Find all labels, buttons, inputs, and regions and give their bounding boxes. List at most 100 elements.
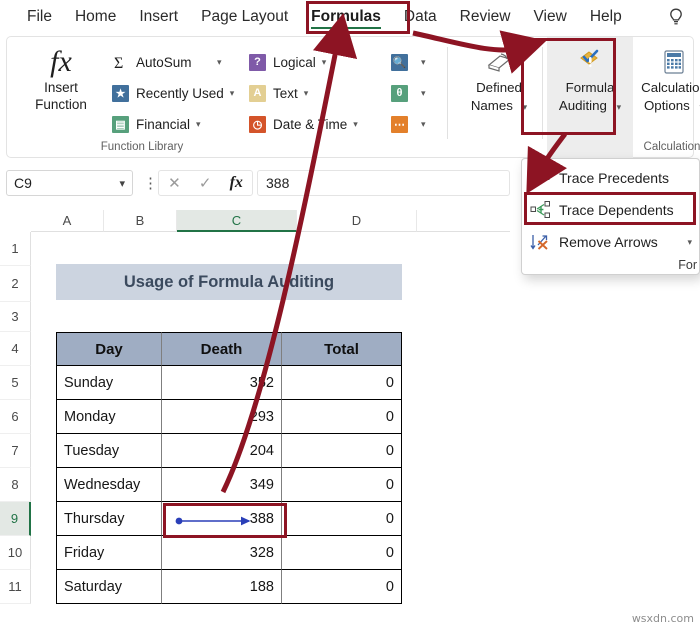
financial-chevron-down-icon[interactable]: ▾ bbox=[196, 119, 201, 130]
column-header-b[interactable]: B bbox=[104, 210, 177, 232]
row-header-9[interactable]: 9 bbox=[0, 502, 31, 536]
cell-total[interactable]: 0 bbox=[282, 400, 402, 434]
row-header-11[interactable]: 11 bbox=[0, 570, 31, 604]
date-time-button[interactable]: Date & Time ▾ bbox=[248, 111, 358, 137]
cell-day[interactable]: Thursday bbox=[56, 502, 162, 536]
column-header-c[interactable]: C bbox=[177, 210, 297, 232]
worksheet-grid[interactable]: Usage of Formula Auditing Day Death Tota… bbox=[31, 232, 511, 631]
row-header-7[interactable]: 7 bbox=[0, 434, 31, 468]
cell-total[interactable]: 0 bbox=[282, 366, 402, 400]
cell-death[interactable]: 293 bbox=[162, 400, 282, 434]
cell-day[interactable]: Monday bbox=[56, 400, 162, 434]
cell-death[interactable]: 204 bbox=[162, 434, 282, 468]
logical-button[interactable]: Logical ▾ bbox=[248, 49, 326, 75]
calculation-options-label-text: Options bbox=[643, 98, 690, 113]
formula-bar-handle[interactable]: ⋮ bbox=[143, 174, 158, 192]
fx-icon[interactable]: fx bbox=[230, 174, 243, 192]
tab-insert[interactable]: Insert bbox=[130, 5, 187, 29]
cell-death[interactable]: 188 bbox=[162, 570, 282, 604]
cell-death[interactable]: 349 bbox=[162, 468, 282, 502]
column-header-a[interactable]: A bbox=[31, 210, 104, 232]
defined-names-label-text: Names bbox=[470, 98, 513, 113]
menu-item-remove-arrows[interactable]: Remove Arrows ▾ bbox=[522, 227, 700, 257]
text-chevron-down-icon[interactable]: ▾ bbox=[304, 88, 309, 99]
row-header-2[interactable]: 2 bbox=[0, 266, 31, 302]
formula-bar-buttons: ✕ ✓ fx bbox=[158, 170, 253, 196]
cell-day[interactable]: Tuesday bbox=[56, 434, 162, 468]
column-header-row: A B C D bbox=[0, 210, 510, 232]
cell-death[interactable]: 352 bbox=[162, 366, 282, 400]
tab-page-layout[interactable]: Page Layout bbox=[192, 5, 297, 29]
formula-auditing-chevron-down-icon[interactable]: ▾ bbox=[617, 102, 622, 112]
cell-day[interactable]: Friday bbox=[56, 536, 162, 570]
svg-text:Σ: Σ bbox=[114, 55, 123, 72]
highlight-box-formulas-tab bbox=[306, 1, 410, 34]
more-functions-chevron-down-icon[interactable]: ▾ bbox=[421, 119, 426, 130]
close-icon[interactable]: ✕ bbox=[168, 174, 181, 192]
cell-total[interactable]: 0 bbox=[282, 468, 402, 502]
name-box[interactable]: C9 ▾ bbox=[6, 170, 133, 196]
cell-day[interactable]: Sunday bbox=[56, 366, 162, 400]
group-label-function-library: Function Library bbox=[100, 141, 184, 153]
column-header-total[interactable]: Total bbox=[282, 332, 402, 366]
ribbon-group-calculation: Calculation Options ▾ Calculation bbox=[637, 37, 700, 159]
calculation-options-button[interactable]: Calculation Options ▾ bbox=[637, 45, 700, 116]
table-row: Saturday 188 0 bbox=[56, 570, 402, 604]
text-button[interactable]: Text ▾ bbox=[248, 80, 308, 106]
lightbulb-icon[interactable] bbox=[665, 6, 687, 28]
autosum-button[interactable]: Σ AutoSum bbox=[111, 49, 192, 75]
lookup-reference-icon bbox=[390, 52, 409, 72]
date-time-chevron-down-icon[interactable]: ▾ bbox=[353, 119, 358, 130]
cell-death[interactable]: 328 bbox=[162, 536, 282, 570]
row-header-5[interactable]: 5 bbox=[0, 366, 31, 400]
recently-used-button[interactable]: Recently Used ▾ bbox=[111, 80, 234, 106]
menu-item-trace-precedents[interactable]: Trace Precedents bbox=[522, 163, 700, 193]
date-time-label: Date & Time bbox=[273, 116, 348, 132]
name-box-chevron-down-icon[interactable]: ▾ bbox=[119, 177, 125, 190]
tab-help[interactable]: Help bbox=[581, 5, 631, 29]
row-header-8[interactable]: 8 bbox=[0, 468, 31, 502]
cell-day[interactable]: Saturday bbox=[56, 570, 162, 604]
cell-total[interactable]: 0 bbox=[282, 434, 402, 468]
cell-total[interactable]: 0 bbox=[282, 536, 402, 570]
trace-precedents-icon bbox=[530, 168, 552, 188]
tab-home[interactable]: Home bbox=[66, 5, 125, 29]
table-header-row: Day Death Total bbox=[56, 332, 402, 366]
worksheet-title-cell[interactable]: Usage of Formula Auditing bbox=[56, 264, 402, 300]
row-header-4[interactable]: 4 bbox=[0, 332, 31, 366]
cell-total[interactable]: 0 bbox=[282, 502, 402, 536]
insert-function-label-line2: Function bbox=[35, 97, 87, 112]
lookup-reference-chevron-down-icon[interactable]: ▾ bbox=[421, 57, 426, 68]
row-header-3[interactable]: 3 bbox=[0, 302, 31, 332]
cell-total[interactable]: 0 bbox=[282, 570, 402, 604]
financial-button[interactable]: Financial ▾ bbox=[111, 111, 201, 137]
tab-review[interactable]: Review bbox=[451, 5, 520, 29]
insert-function-button[interactable]: fx Insert Function bbox=[21, 45, 101, 113]
column-header-e[interactable] bbox=[417, 210, 510, 232]
cell-day[interactable]: Wednesday bbox=[56, 468, 162, 502]
column-header-d[interactable]: D bbox=[297, 210, 417, 232]
math-trig-button[interactable]: ▾ bbox=[390, 80, 426, 106]
row-header-6[interactable]: 6 bbox=[0, 400, 31, 434]
tab-view[interactable]: View bbox=[525, 5, 576, 29]
row-header-1[interactable]: 1 bbox=[0, 232, 31, 266]
recently-used-chevron-down-icon[interactable]: ▾ bbox=[230, 88, 235, 99]
formula-bar-input[interactable]: 388 bbox=[257, 170, 510, 196]
menu-footer-label: For bbox=[678, 258, 697, 272]
autosum-chevron-down-icon[interactable]: ▾ bbox=[217, 57, 222, 68]
tab-file[interactable]: File bbox=[18, 5, 61, 29]
calculation-options-label-line2: Options ▾ bbox=[637, 97, 700, 116]
more-functions-button[interactable]: ▾ bbox=[390, 111, 426, 137]
logical-chevron-down-icon[interactable]: ▾ bbox=[322, 57, 327, 68]
autosum-label: AutoSum bbox=[136, 54, 192, 70]
calculator-icon bbox=[637, 45, 700, 79]
check-icon[interactable]: ✓ bbox=[199, 174, 212, 192]
column-header-day[interactable]: Day bbox=[56, 332, 162, 366]
row-header-10[interactable]: 10 bbox=[0, 536, 31, 570]
lookup-reference-button[interactable]: ▾ bbox=[390, 49, 426, 75]
text-label: Text bbox=[273, 85, 298, 101]
math-trig-chevron-down-icon[interactable]: ▾ bbox=[421, 88, 426, 99]
remove-arrows-chevron-down-icon[interactable]: ▾ bbox=[687, 237, 692, 248]
column-header-death[interactable]: Death bbox=[162, 332, 282, 366]
menu-item-trace-precedents-label: Trace Precedents bbox=[559, 170, 669, 186]
